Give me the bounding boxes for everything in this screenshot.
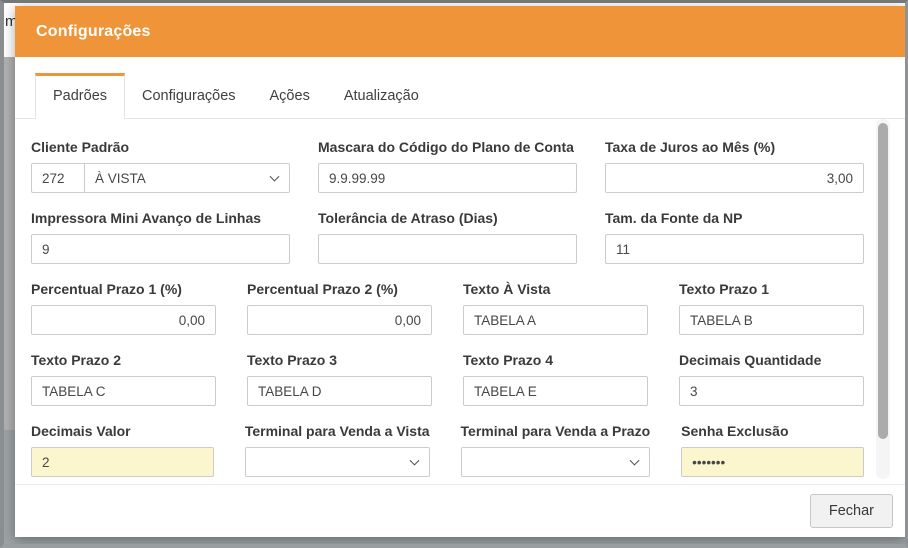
tab-bar: Padrões Configurações Ações Atualização: [15, 57, 905, 119]
field-decimais-valor: Decimais Valor: [31, 423, 214, 477]
taxa-juros-mes-input[interactable]: [605, 163, 864, 193]
decimais-quantidade-input[interactable]: [679, 376, 864, 406]
tolerancia-atraso-input[interactable]: [318, 234, 577, 264]
percentual-prazo1-label: Percentual Prazo 1 (%): [31, 281, 216, 298]
chevron-down-icon: [270, 172, 280, 182]
percentual-prazo1-input[interactable]: [31, 305, 216, 335]
cliente-padrao-code-input[interactable]: [31, 163, 85, 193]
mascara-plano-conta-label: Mascara do Código do Plano de Conta: [318, 139, 577, 156]
field-senha-exclusao: Senha Exclusão: [681, 423, 864, 477]
texto-prazo4-input[interactable]: [463, 376, 648, 406]
texto-prazo1-label: Texto Prazo 1: [679, 281, 864, 298]
senha-exclusao-input[interactable]: [681, 447, 864, 477]
impressora-mini-avanco-input[interactable]: [31, 234, 290, 264]
cliente-padrao-selected-value: À VISTA: [95, 171, 146, 186]
percentual-prazo2-input[interactable]: [247, 305, 432, 335]
field-texto-prazo4: Texto Prazo 4: [463, 352, 648, 406]
mascara-plano-conta-input[interactable]: [318, 163, 577, 193]
taxa-juros-mes-label: Taxa de Juros ao Mês (%): [605, 139, 864, 156]
field-terminal-venda-prazo: Terminal para Venda a Prazo: [461, 423, 651, 477]
field-tolerancia-atraso: Tolerância de Atraso (Dias): [318, 210, 577, 264]
texto-prazo2-label: Texto Prazo 2: [31, 352, 216, 369]
fechar-button[interactable]: Fechar: [810, 494, 893, 528]
field-texto-prazo3: Texto Prazo 3: [247, 352, 432, 406]
field-cliente-padrao: Cliente Padrão À VISTA: [31, 139, 290, 193]
tam-fonte-np-input[interactable]: [605, 234, 864, 264]
chevron-down-icon: [630, 456, 640, 466]
texto-prazo1-input[interactable]: [679, 305, 864, 335]
cliente-padrao-label: Cliente Padrão: [31, 139, 290, 156]
tab-panel-padroes: Cliente Padrão À VISTA Mascara do Código…: [15, 119, 905, 484]
field-percentual-prazo1: Percentual Prazo 1 (%): [31, 281, 216, 335]
field-percentual-prazo2: Percentual Prazo 2 (%): [247, 281, 432, 335]
percentual-prazo2-label: Percentual Prazo 2 (%): [247, 281, 432, 298]
senha-exclusao-label: Senha Exclusão: [681, 423, 864, 440]
terminal-venda-vista-select[interactable]: [245, 447, 430, 477]
field-terminal-venda-vista: Terminal para Venda a Vista: [245, 423, 430, 477]
decimais-valor-label: Decimais Valor: [31, 423, 214, 440]
tam-fonte-np-label: Tam. da Fonte da NP: [605, 210, 864, 227]
texto-prazo3-input[interactable]: [247, 376, 432, 406]
tab-configuracoes[interactable]: Configurações: [125, 73, 253, 118]
content-scrollbar[interactable]: [876, 119, 890, 479]
dialog-header: Configurações: [15, 6, 905, 57]
field-texto-prazo2: Texto Prazo 2: [31, 352, 216, 406]
field-tam-fonte-np: Tam. da Fonte da NP: [605, 210, 864, 264]
field-impressora-mini-avanco: Impressora Mini Avanço de Linhas: [31, 210, 290, 264]
terminal-venda-prazo-label: Terminal para Venda a Prazo: [461, 423, 651, 440]
texto-prazo3-label: Texto Prazo 3: [247, 352, 432, 369]
texto-prazo2-input[interactable]: [31, 376, 216, 406]
dialog-footer: Fechar: [15, 484, 905, 537]
terminal-venda-vista-label: Terminal para Venda a Vista: [245, 423, 430, 440]
cliente-padrao-select[interactable]: À VISTA: [84, 163, 290, 193]
impressora-mini-avanco-label: Impressora Mini Avanço de Linhas: [31, 210, 290, 227]
field-decimais-quantidade: Decimais Quantidade: [679, 352, 864, 406]
configuracoes-dialog: Configurações Padrões Configurações Açõe…: [15, 6, 905, 537]
tab-atualizacao[interactable]: Atualização: [327, 73, 436, 118]
texto-a-vista-label: Texto À Vista: [463, 281, 648, 298]
field-taxa-juros-mes: Taxa de Juros ao Mês (%): [605, 139, 864, 193]
decimais-quantidade-label: Decimais Quantidade: [679, 352, 864, 369]
tolerancia-atraso-label: Tolerância de Atraso (Dias): [318, 210, 577, 227]
chevron-down-icon: [409, 456, 419, 466]
dialog-title: Configurações: [36, 23, 151, 41]
texto-prazo4-label: Texto Prazo 4: [463, 352, 648, 369]
scrollbar-thumb[interactable]: [878, 123, 888, 439]
texto-a-vista-input[interactable]: [463, 305, 648, 335]
decimais-valor-input[interactable]: [31, 447, 214, 477]
field-texto-prazo1: Texto Prazo 1: [679, 281, 864, 335]
tab-acoes[interactable]: Ações: [253, 73, 327, 118]
field-texto-a-vista: Texto À Vista: [463, 281, 648, 335]
tab-padroes[interactable]: Padrões: [35, 73, 125, 119]
terminal-venda-prazo-select[interactable]: [461, 447, 651, 477]
field-mascara-plano-conta: Mascara do Código do Plano de Conta: [318, 139, 577, 193]
